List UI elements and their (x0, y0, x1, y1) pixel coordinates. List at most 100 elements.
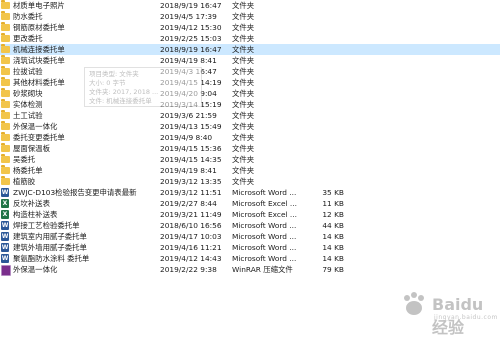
file-type: Microsoft Word ... (232, 254, 297, 263)
modified-date: 2019/4/19 8:41 (160, 166, 217, 175)
file-row[interactable]: W 建筑外墙用腻子委托单 2019/4/16 11:21 Microsoft Word… (0, 242, 500, 253)
folder-icon (1, 165, 10, 174)
file-size: 35 KB (322, 188, 344, 197)
file-type: 文件夹 (232, 122, 255, 131)
file-type: 文件夹 (232, 45, 255, 54)
folder-row[interactable]: 吴委托 2019/4/15 14:35 文件夹 (0, 154, 500, 165)
file-name: 委托变更委托单 (13, 133, 65, 142)
file-name: 杨委托单 (13, 166, 43, 175)
file-type: Microsoft Word ... (232, 232, 297, 241)
folder-icon (1, 143, 10, 152)
file-size: 79 KB (322, 265, 344, 274)
folder-row[interactable]: 委托变更委托单 2019/4/9 8:40 文件夹 (0, 132, 500, 143)
folder-icon (1, 44, 10, 53)
folder-row[interactable]: 砂浆砌块2019/4/20 9:04文件夹 (0, 88, 500, 99)
file-row[interactable]: X 构造柱补送表 2019/3/21 11:49 Microsoft Excel ..… (0, 209, 500, 220)
file-name: 植筋胶 (13, 177, 36, 186)
tooltip-line: 文件: 机械连接委托单 (89, 97, 152, 105)
folder-row[interactable]: 机械连接委托单 2018/9/19 16:47 文件夹 (0, 44, 500, 55)
tooltip-line: 大小: 0 字节 (89, 79, 126, 87)
modified-date: 2019/4/13 15:49 (160, 122, 222, 131)
file-type: 文件夹 (232, 111, 255, 120)
file-name: 建筑外墙用腻子委托单 (13, 243, 87, 252)
modified-date: 2019/4/15 14:35 (160, 155, 222, 164)
file-type: Microsoft Excel ... (232, 210, 297, 219)
file-type: 文件夹 (232, 1, 255, 10)
file-size: 14 KB (322, 254, 344, 263)
folder-row[interactable]: 土工试验 2019/3/6 21:59 文件夹 (0, 110, 500, 121)
file-list: 材质单电子照片 2018/9/19 16:47 文件夹 防水委托 2019/4/5 17… (0, 0, 500, 276)
folder-row[interactable]: 浇筑试块委托单 2019/4/19 8:41 文件夹 (0, 55, 500, 66)
file-name: 建筑室内用腻子委托单 (13, 232, 87, 241)
file-row[interactable]: 外保温一体化 2019/2/22 9:38 WinRAR 压缩文件 79 KB (0, 264, 500, 276)
word-doc-icon: W (1, 188, 9, 197)
file-name: 土工试验 (13, 111, 43, 120)
file-name: 更改委托 (13, 34, 43, 43)
modified-date: 2019/4/17 10:03 (160, 232, 222, 241)
modified-date: 2019/4/16 11:21 (160, 243, 222, 252)
file-type: 文件夹 (232, 166, 255, 175)
excel-sheet-icon: X (1, 199, 9, 208)
file-row[interactable]: W 建筑室内用腻子委托单 2019/4/17 10:03 Microsoft Word… (0, 231, 500, 242)
folder-row[interactable]: 实体检测2019/3/14 15:19文件夹 (0, 99, 500, 110)
file-row[interactable]: W ZWJC-D103检验报告变更申请表最新 2019/3/12 11:51 Micr… (0, 187, 500, 198)
file-type: 文件夹 (232, 56, 255, 65)
tooltip-line: 文件夹: 2017, 2018 ... (89, 88, 159, 96)
folder-row[interactable]: 拉拔试验2019/4/3 16:47文件夹 (0, 66, 500, 77)
file-type: Microsoft Word ... (232, 188, 297, 197)
rar-archive-icon (1, 265, 11, 276)
folder-icon (1, 132, 10, 141)
file-name: 聚氨酯防水涂料 委托单 (13, 254, 90, 263)
modified-date: 2018/9/19 16:47 (160, 1, 222, 10)
modified-date: 2019/2/22 9:38 (160, 265, 217, 274)
folder-row[interactable]: 其他材料委托单2019/4/15 14:19文件夹 (0, 77, 500, 88)
file-type: Microsoft Word ... (232, 243, 297, 252)
file-name: 焊接工艺检验委托单 (13, 221, 80, 230)
file-tooltip: 项目类型: 文件夹 大小: 0 字节 文件夹: 2017, 2018 ... 文… (84, 67, 202, 107)
file-type: 文件夹 (232, 100, 255, 109)
modified-date: 2019/4/15 15:36 (160, 144, 222, 153)
folder-row[interactable]: 杨委托单 2019/4/19 8:41 文件夹 (0, 165, 500, 176)
folder-row[interactable]: 更改委托 2019/2/25 15:03 文件夹 (0, 33, 500, 44)
file-size: 14 KB (322, 232, 344, 241)
word-doc-icon: W (1, 232, 9, 241)
modified-date: 2019/4/19 8:41 (160, 56, 217, 65)
folder-icon (1, 88, 10, 97)
word-doc-icon: W (1, 243, 9, 252)
baidu-watermark: Baidu经验 jingyan.baidu.com (398, 289, 497, 337)
file-type: Microsoft Excel ... (232, 199, 297, 208)
file-row[interactable]: W 焊接工艺检验委托单 2018/6/10 16:56 Microsoft Word … (0, 220, 500, 231)
folder-icon (1, 0, 10, 9)
word-doc-icon: W (1, 254, 9, 263)
modified-date: 2018/6/10 16:56 (160, 221, 222, 230)
file-name: 外保温一体化 (13, 265, 58, 274)
file-name: 机械连接委托单 (13, 45, 65, 54)
file-name: 反坎补送表 (13, 199, 50, 208)
file-type: 文件夹 (232, 12, 255, 21)
folder-icon (1, 121, 10, 130)
folder-row[interactable]: 屋面保温板 2019/4/15 15:36 文件夹 (0, 143, 500, 154)
folder-row[interactable]: 钢筋原材委托单 2019/4/12 15:30 文件夹 (0, 22, 500, 33)
folder-icon (1, 77, 10, 86)
folder-row[interactable]: 植筋胶 2019/3/12 13:35 文件夹 (0, 176, 500, 187)
file-type: 文件夹 (232, 89, 255, 98)
folder-icon (1, 176, 10, 185)
file-row[interactable]: X 反坎补送表 2019/2/27 8:44 Microsoft Excel ... 1… (0, 198, 500, 209)
file-type: 文件夹 (232, 67, 255, 76)
modified-date: 2019/3/12 13:35 (160, 177, 222, 186)
folder-row[interactable]: 材质单电子照片 2018/9/19 16:47 文件夹 (0, 0, 500, 11)
file-row[interactable]: W 聚氨酯防水涂料 委托单 2019/4/12 14:43 Microsoft Wor… (0, 253, 500, 264)
file-size: 44 KB (322, 221, 344, 230)
watermark-url: jingyan.baidu.com (434, 314, 498, 321)
file-name: 浇筑试块委托单 (13, 56, 65, 65)
modified-date: 2018/9/19 16:47 (160, 45, 222, 54)
file-name: ZWJC-D103检验报告变更申请表最新 (13, 188, 137, 197)
folder-row[interactable]: 防水委托 2019/4/5 17:39 文件夹 (0, 11, 500, 22)
modified-date: 2019/3/12 11:51 (160, 188, 222, 197)
folder-row[interactable]: 外保温一体化 2019/4/13 15:49 文件夹 (0, 121, 500, 132)
modified-date: 2019/4/12 14:43 (160, 254, 222, 263)
file-type: 文件夹 (232, 144, 255, 153)
file-name: 材质单电子照片 (13, 1, 65, 10)
folder-icon (1, 33, 10, 42)
folder-icon (1, 66, 10, 75)
